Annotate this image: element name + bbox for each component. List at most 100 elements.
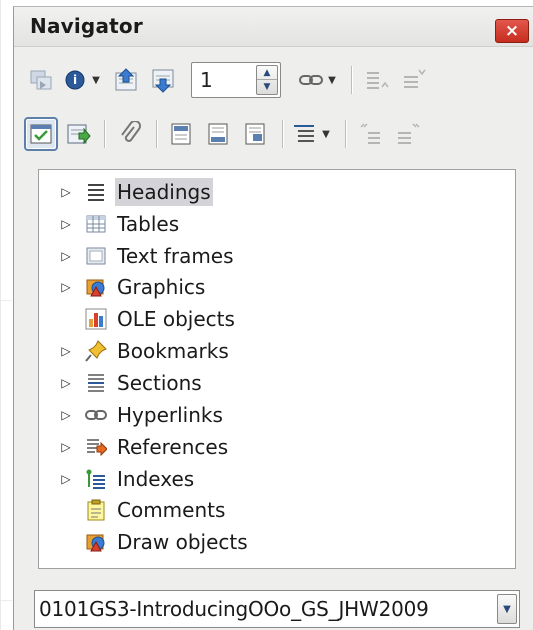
document-select-dropdown-icon[interactable]: ▼ [497,594,517,624]
navigation-icon: i [65,70,85,90]
spin-down-arrow-icon[interactable]: ▼ [257,80,277,94]
expand-triangle-icon[interactable]: ▷ [55,280,77,294]
svg-text:i: i [73,73,77,87]
expand-triangle-icon[interactable]: ▷ [55,249,77,263]
toggle-icon [30,70,52,90]
tree-item-headings[interactable]: ▷ Headings [39,176,515,208]
tree-item-label[interactable]: Text frames [115,242,236,270]
tables-icon [83,211,109,237]
toolbar-separator [104,120,105,148]
toolbar-separator [156,120,157,148]
expand-triangle-icon[interactable]: ▷ [55,344,77,358]
footer-button[interactable] [202,117,236,151]
set-reminder-button[interactable] [61,117,95,151]
tree-item-label[interactable]: Comments [115,496,227,524]
expand-triangle-icon[interactable]: ▷ [55,376,77,390]
navigation-dropdown-arrow[interactable]: ▼ [89,63,103,97]
toolbar-separator [345,120,346,148]
expand-triangle-icon[interactable]: ▷ [55,472,77,486]
toggle-button[interactable] [24,63,58,97]
attach-button[interactable] [113,117,147,151]
tree-item-label[interactable]: Tables [115,210,181,238]
tree-item-label[interactable]: Sections [115,369,204,397]
tree-item-text-frames[interactable]: ▷ Text frames [39,240,515,272]
page-number-value[interactable]: 1 [200,68,213,92]
tree-item-sections[interactable]: ▷ Sections [39,367,515,399]
tree-item-label[interactable]: Draw objects [115,528,250,556]
navigator-window: Navigator × i ▼ 1 ▲ ▼ ▼ ▼ ▷ Headings ▷ T… [13,6,533,630]
hyperlink-chain-icon [299,75,323,85]
indexes-icon [83,466,109,492]
tree-item-tables[interactable]: ▷ Tables [39,208,515,240]
tree-item-graphics[interactable]: ▷ Graphics [39,271,515,303]
header-button[interactable] [165,117,199,151]
header-icon [171,123,191,145]
previous-icon [115,68,137,91]
next-icon [152,69,174,93]
graphics-icon [83,274,109,300]
promote-chapter-icon [360,123,380,144]
toolbar-separator [282,120,283,148]
expand-triangle-icon[interactable]: ▷ [55,440,77,454]
tree-item-bookmarks[interactable]: ▷ Bookmarks [39,335,515,367]
anchor-button[interactable] [239,117,273,151]
tree-item-label[interactable]: Hyperlinks [115,401,225,429]
window-title: Navigator [30,14,143,38]
document-select[interactable]: 0101GS3-IntroducingOOo_GS_JHW2009 ▼ [34,590,520,628]
anchor-icon [245,123,265,145]
tree-item-label[interactable]: Headings [115,178,213,206]
tree-item-comments[interactable]: ▷Comments [39,494,515,526]
heading-levels-icon [294,125,314,142]
content-view-icon [30,124,52,144]
hyperlinks-icon [83,402,109,428]
navigator-tree[interactable]: ▷Headings▷Tables▷Text frames▷Graphics▷OL… [38,169,516,569]
expand-triangle-icon[interactable]: ▷ [55,185,77,199]
demote-chapter-icon [398,123,420,144]
tree-item-hyperlinks[interactable]: ▷ Hyperlinks [39,399,515,431]
paperclip-icon [121,121,141,142]
sections-icon [83,370,109,396]
comments-icon [83,497,109,523]
references-icon [83,434,109,460]
expand-triangle-icon[interactable]: ▷ [55,217,77,231]
tree-item-draw-objects[interactable]: ▷Draw objects [39,526,515,558]
page-number-spinner[interactable]: 1 ▲ ▼ [191,62,281,98]
tree-item-label[interactable]: Indexes [115,465,196,493]
headings-icon [83,179,109,205]
promote-chapter-button[interactable] [354,117,388,151]
heading-levels-dropdown-arrow[interactable]: ▼ [319,117,333,151]
tree-item-references[interactable]: ▷ References [39,431,515,463]
demote-level-icon [404,69,426,88]
tree-item-label[interactable]: Bookmarks [115,337,231,365]
drag-mode-button[interactable] [297,63,325,97]
drag-mode-dropdown-arrow[interactable]: ▼ [325,63,339,97]
tree-item-label[interactable]: References [115,433,230,461]
next-button[interactable] [146,63,180,97]
ole-objects-icon [83,306,109,332]
text-frames-icon [83,243,109,269]
tree-item-label[interactable]: Graphics [115,273,207,301]
tree-item-ole-objects[interactable]: ▷OLE objects [39,303,515,335]
draw-objects-icon [83,529,109,555]
expand-triangle-icon[interactable]: ▷ [55,408,77,422]
navigator-toolbar-1: i ▼ 1 ▲ ▼ ▼ [24,59,525,101]
set-reminder-icon [67,124,91,145]
demote-level-button[interactable] [397,63,431,97]
spin-up-arrow-icon[interactable]: ▲ [257,66,277,80]
previous-button[interactable] [109,63,143,97]
spinner-buttons: ▲ ▼ [256,65,278,95]
content-view-button[interactable] [24,117,58,151]
navigation-button[interactable]: i [61,63,89,97]
footer-icon [208,123,228,145]
promote-level-button[interactable] [360,63,394,97]
navigator-toolbar-2: ▼ [24,113,525,155]
document-select-value: 0101GS3-IntroducingOOo_GS_JHW2009 [39,597,429,621]
demote-chapter-button[interactable] [391,117,425,151]
tree-item-indexes[interactable]: ▷ Indexes [39,463,515,495]
heading-levels-button[interactable] [291,117,319,151]
bookmarks-icon [83,338,109,364]
tree-item-label[interactable]: OLE objects [115,305,237,333]
toolbar-separator [351,66,352,94]
title-bar[interactable]: Navigator × [14,7,533,47]
close-button[interactable]: × [495,19,529,43]
